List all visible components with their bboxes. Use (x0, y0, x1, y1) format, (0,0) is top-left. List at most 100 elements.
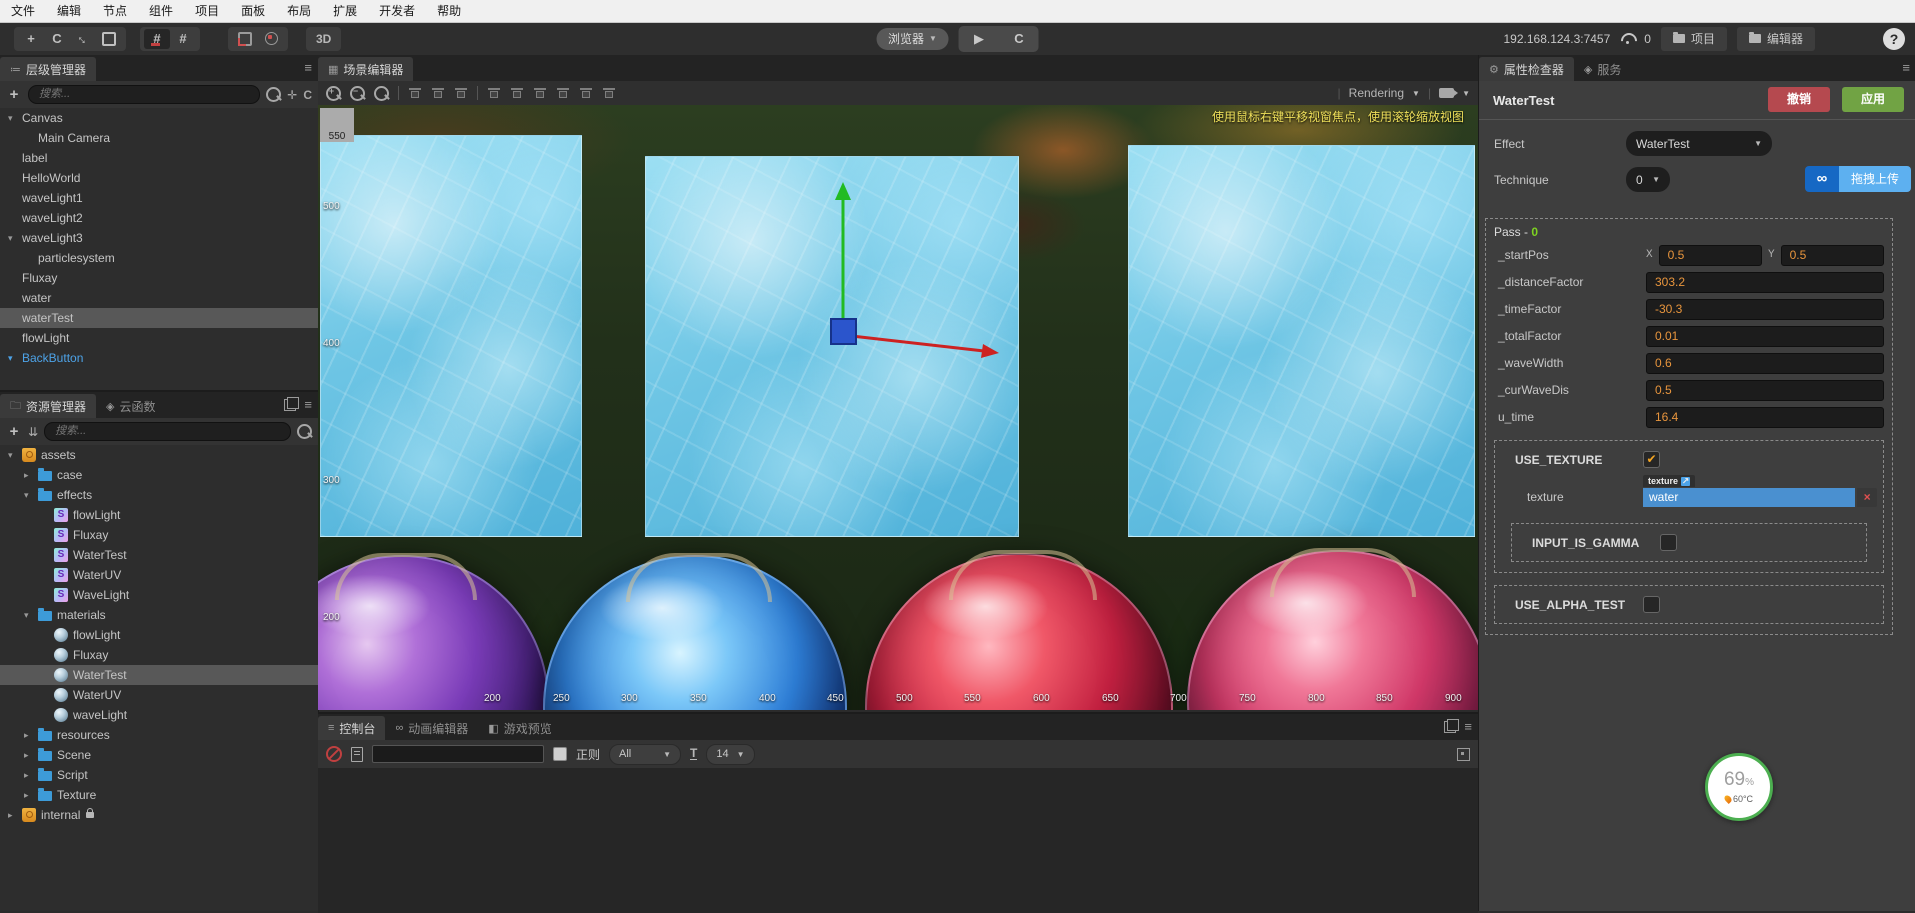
font-size-dropdown[interactable]: 14 ▼ (706, 743, 755, 765)
panel-menu-icon[interactable]: ≡ (1464, 719, 1472, 734)
assets-search-input[interactable]: 搜索... (44, 422, 291, 441)
search-icon[interactable] (266, 87, 282, 102)
tab-assets[interactable]: 🗀 资源管理器 (0, 394, 97, 418)
use-texture-checkbox[interactable]: ✔ (1643, 451, 1660, 468)
hierarchy-node-particlesystem[interactable]: particlesystem (0, 248, 318, 268)
assets-node-watertest[interactable]: S WaterTest (0, 545, 318, 565)
panel-layout-icon[interactable] (284, 396, 300, 411)
console-tab-0[interactable]: ≡ 控制台 (318, 716, 386, 740)
clear-texture-button[interactable]: × (1857, 488, 1877, 507)
expand-arrow[interactable]: ▾ (8, 113, 22, 124)
chevron-down-icon[interactable]: ▼ (1462, 89, 1470, 98)
menu-item-5[interactable]: 面板 (230, 0, 276, 22)
console-tab-1[interactable]: ∞ 动画编辑器 (385, 716, 478, 740)
play-button[interactable]: ▶ (959, 31, 999, 47)
effect-dropdown[interactable]: WaterTest ▼ (1626, 131, 1772, 156)
assets-node-materials[interactable]: ▾ materials (0, 605, 318, 625)
menu-item-3[interactable]: 组件 (138, 0, 184, 22)
align-bottom-icon[interactable] (454, 87, 468, 100)
move-tool-icon[interactable]: + (18, 29, 44, 49)
assets-node-fluxay[interactable]: S Fluxay (0, 525, 318, 545)
console-tab-2[interactable]: ◧ 游戏预览 (478, 716, 561, 740)
add-asset-button[interactable]: + (6, 423, 22, 440)
refresh-button[interactable]: C (999, 31, 1039, 46)
tab-inspector[interactable]: ⚙ 属性检查器 (1479, 57, 1574, 81)
hierarchy-node-backbutton[interactable]: ▾ BackButton (0, 348, 318, 368)
zoom-reset-icon[interactable] (374, 85, 389, 101)
tab-services[interactable]: ◈ 服务 (1574, 57, 1631, 81)
scale-tool-icon[interactable]: ↔ (70, 29, 96, 49)
menu-item-0[interactable]: 文件 (0, 0, 46, 22)
align-right-icon[interactable] (533, 87, 547, 100)
menu-item-9[interactable]: 帮助 (426, 0, 472, 22)
assets-node-case[interactable]: ▸ case (0, 465, 318, 485)
hierarchy-node-canvas[interactable]: ▾ Canvas (0, 108, 318, 128)
assets-node-wateruv[interactable]: S WaterUV (0, 565, 318, 585)
technique-dropdown[interactable]: 0 ▼ (1626, 167, 1670, 192)
open-log-icon[interactable] (351, 746, 363, 762)
rendering-dropdown[interactable]: Rendering (1349, 86, 1404, 100)
expand-arrow[interactable]: ▾ (8, 353, 22, 364)
tab-scene-editor[interactable]: ▦ 场景编辑器 (318, 57, 414, 81)
use-alpha-test-checkbox[interactable] (1643, 596, 1660, 613)
orb-pink[interactable] (1187, 547, 1478, 710)
undo-button[interactable]: 撤销 (1768, 87, 1830, 112)
water-quad-left[interactable] (320, 135, 582, 537)
transform-gizmo[interactable] (818, 180, 1013, 370)
help-button[interactable]: ? (1883, 27, 1905, 50)
prop-input[interactable]: 0.6 (1646, 352, 1884, 374)
assets-node-wavelight[interactable]: S WaveLight (0, 585, 318, 605)
hierarchy-node-helloworld[interactable]: HelloWorld (0, 168, 318, 188)
hierarchy-node-fluxay[interactable]: Fluxay (0, 268, 318, 288)
panel-menu-icon[interactable]: ≡ (1902, 60, 1910, 75)
orb-purple[interactable] (318, 552, 549, 710)
hierarchy-node-wavelight1[interactable]: waveLight1 (0, 188, 318, 208)
expand-arrow[interactable]: ▸ (24, 750, 38, 761)
menu-item-6[interactable]: 布局 (276, 0, 322, 22)
assets-node-flowlight[interactable]: SflowLight (0, 505, 318, 525)
log-level-dropdown[interactable]: All ▼ (609, 743, 682, 765)
distribute-h-icon[interactable] (556, 87, 570, 100)
panel-menu-icon[interactable]: ≡ (304, 60, 312, 75)
rect-tool-icon[interactable] (96, 29, 122, 49)
add-node-button[interactable]: + (6, 86, 22, 103)
expand-arrow[interactable]: ▸ (24, 470, 38, 481)
expand-arrow[interactable]: ▾ (24, 490, 38, 501)
zoom-in-icon[interactable] (326, 85, 341, 101)
assets-node-internal[interactable]: ▸ internal (0, 805, 318, 825)
console-settings-icon[interactable] (1457, 747, 1470, 761)
orb-red[interactable] (865, 550, 1173, 710)
hierarchy-search-input[interactable]: 搜索... (28, 85, 261, 104)
assets-node-resources[interactable]: ▸ resources (0, 725, 318, 745)
expand-arrow[interactable]: ▾ (8, 450, 22, 461)
menu-item-2[interactable]: 节点 (92, 0, 138, 22)
assets-node-effects[interactable]: ▾ effects (0, 485, 318, 505)
assets-node-texture[interactable]: ▸ Texture (0, 785, 318, 805)
expand-arrow[interactable]: ▸ (24, 770, 38, 781)
hierarchy-node-wavelight2[interactable]: waveLight2 (0, 208, 318, 228)
menu-item-8[interactable]: 开发者 (368, 0, 426, 22)
orb-blue[interactable] (543, 552, 847, 710)
input-is-gamma-checkbox[interactable] (1660, 534, 1677, 551)
camera-view-icon[interactable] (1439, 88, 1459, 98)
align-left-icon[interactable] (487, 87, 501, 100)
distribute-v-icon[interactable] (579, 87, 593, 100)
assets-node-wateruv[interactable]: WaterUV (0, 685, 318, 705)
expand-arrow[interactable]: ▸ (24, 790, 38, 801)
prop-input-y[interactable]: 0.5 (1780, 244, 1884, 266)
align-top-icon[interactable] (408, 87, 422, 100)
search-icon[interactable] (297, 424, 312, 439)
assets-node-wavelight[interactable]: waveLight (0, 705, 318, 725)
hierarchy-node-flowlight[interactable]: flowLight (0, 328, 318, 348)
build-progress-widget[interactable]: 69% 60°C (1705, 753, 1773, 821)
water-quad-right[interactable] (1128, 145, 1475, 537)
expand-arrow[interactable]: ▾ (24, 610, 38, 621)
distribute-gap-icon[interactable] (602, 87, 616, 100)
clear-console-icon[interactable] (326, 746, 342, 762)
hierarchy-node-main-camera[interactable]: Main Camera (0, 128, 318, 148)
hierarchy-node-watertest[interactable]: waterTest (0, 308, 318, 328)
assets-node-script[interactable]: ▸ Script (0, 765, 318, 785)
prop-input[interactable]: 16.4 (1646, 406, 1884, 428)
expand-arrow[interactable]: ▾ (8, 233, 22, 244)
open-editor-button[interactable]: 编辑器 (1736, 26, 1815, 51)
